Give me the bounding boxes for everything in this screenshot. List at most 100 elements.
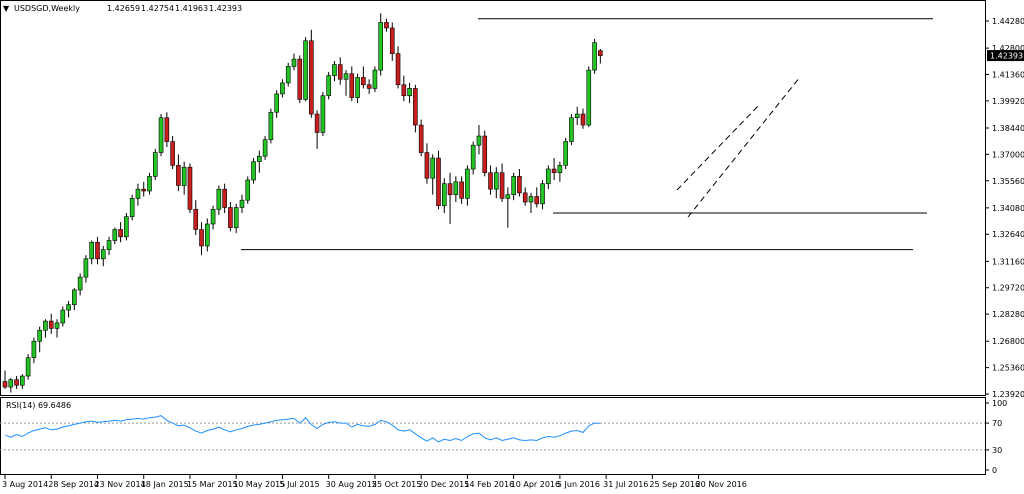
candle-body (499, 172, 505, 199)
price-axis-label: 1.25360 (992, 364, 1024, 373)
rsi-line (4, 415, 601, 443)
time-axis-label: 20 Dec 2015 (418, 480, 469, 489)
time-axis-label: 15 Mar 2015 (187, 480, 238, 489)
candle-body (337, 64, 343, 80)
candle-body (557, 165, 563, 173)
candle-body (176, 165, 181, 186)
candle-body (517, 176, 522, 194)
price-axis: 1.442801.428001.413601.399201.384401.370… (985, 17, 1024, 399)
chart-canvas: 1.442801.428001.413601.399201.384401.370… (0, 0, 1024, 489)
candle-body (31, 340, 37, 359)
candle-body (528, 196, 534, 203)
time-axis-label: 14 Feb 2016 (464, 480, 514, 489)
time-axis-label: 10 May 2015 (233, 480, 285, 489)
price-axis-label: 1.26800 (992, 337, 1024, 346)
candle-body (25, 357, 31, 377)
time-axis-label: 5 Jul 2015 (279, 480, 319, 489)
candle-body (592, 42, 597, 71)
candle-body (20, 375, 25, 386)
candle-body (546, 168, 551, 184)
candle-body (37, 329, 42, 342)
candle-body (216, 188, 222, 210)
candle-body (118, 229, 123, 238)
candle-body (465, 168, 470, 199)
candle-body (89, 242, 94, 260)
candle-body (482, 135, 488, 173)
rsi-axis-label: 100 (992, 399, 1007, 408)
candle-body (309, 40, 314, 115)
candle-body (14, 379, 19, 386)
candle-body (303, 40, 308, 100)
candle-body (459, 181, 464, 199)
candle-body (436, 157, 441, 206)
rsi-layer (0, 415, 985, 451)
candle-body (326, 75, 331, 97)
candle-body (297, 58, 303, 100)
candle-body (389, 27, 395, 54)
time-axis-label: 31 Jul 2016 (603, 480, 648, 489)
rsi-title: RSI(14) 69.6486 (6, 401, 71, 410)
time-axis-label: 23 Nov 2014 (94, 480, 145, 489)
price-axis-label: 1.35560 (992, 177, 1024, 186)
candle-body (193, 209, 199, 230)
candle-body (268, 111, 274, 141)
candle-body (228, 207, 233, 228)
candle-body (441, 183, 447, 206)
price-axis-label: 1.41360 (992, 70, 1024, 79)
candle-body (8, 379, 14, 388)
candle-body (418, 124, 424, 153)
time-axis-label: 28 Sep 2014 (48, 480, 99, 489)
candles-layer (2, 13, 603, 393)
candle-body (66, 304, 71, 311)
candle-body (470, 144, 476, 170)
chart-dropdown-icon[interactable]: ▼ (3, 4, 10, 13)
candle-body (505, 194, 511, 199)
candle-body (43, 320, 48, 331)
candle-body (395, 53, 401, 86)
candle-body (181, 166, 187, 186)
candle-body (147, 176, 152, 192)
candle-body (407, 88, 412, 97)
candle-body (95, 242, 100, 260)
candle-body (540, 183, 545, 205)
candle-body (493, 172, 499, 190)
candle-body (424, 152, 430, 179)
price-axis-label: 1.23920 (992, 390, 1024, 399)
price-axis-label: 1.34080 (992, 204, 1024, 213)
candle-body (586, 69, 592, 126)
price-axis-label: 1.44280 (992, 17, 1024, 26)
candle-body (343, 73, 349, 80)
candle-body (72, 289, 77, 305)
price-axis-label: 1.31160 (992, 257, 1024, 266)
rsi-axis-label: 0 (992, 466, 997, 475)
candle-body (170, 141, 175, 166)
candle-body (257, 155, 262, 162)
candle-body (447, 183, 453, 195)
candle-body (372, 69, 378, 89)
ohlc-close: 1.42393 (209, 4, 242, 13)
time-axis-label: 3 Aug 2014 (2, 480, 48, 489)
candle-body (245, 179, 251, 201)
price-axis-label: 1.38440 (992, 124, 1024, 133)
price-axis-label: 1.32640 (992, 230, 1024, 239)
candle-body (453, 181, 459, 195)
rsi-axis-label: 70 (992, 419, 1002, 428)
candle-body (430, 157, 436, 179)
candle-body (210, 209, 216, 225)
candle-body (569, 117, 574, 142)
candle-body (476, 135, 482, 146)
candle-body (222, 188, 227, 208)
candle-body (280, 82, 285, 95)
channel-upper-line (676, 103, 761, 191)
candle-body (574, 113, 580, 119)
candle-body (366, 84, 372, 89)
candle-body (349, 73, 355, 98)
candle-body (54, 322, 60, 329)
ohlc-open: 1.42659 (107, 4, 140, 13)
candle-body (2, 381, 8, 388)
current-price-label: 1.42393 (990, 52, 1023, 61)
candle-body (152, 152, 158, 177)
rsi-panel-frame (0, 397, 986, 475)
rsi-axis-label: 30 (992, 446, 1002, 455)
candle-body (262, 139, 268, 157)
